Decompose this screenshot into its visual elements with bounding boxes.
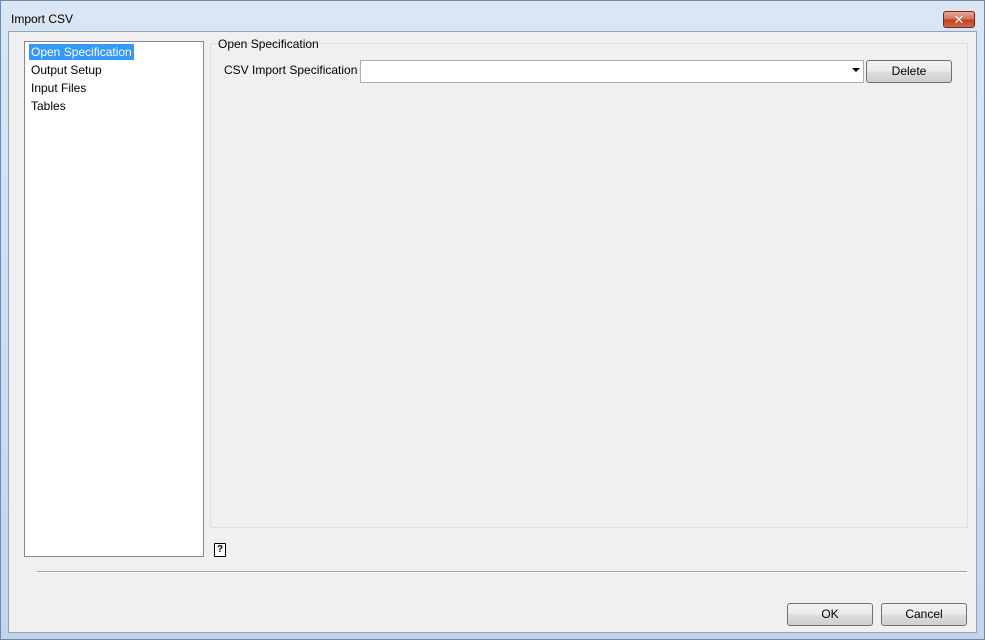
chevron-down-icon[interactable]	[852, 68, 860, 72]
section-item-label: Output Setup	[31, 63, 102, 77]
group-title: Open Specification	[218, 37, 319, 51]
cancel-button[interactable]: Cancel	[881, 603, 967, 626]
close-button[interactable]: ✕	[943, 11, 975, 28]
delete-button[interactable]: Delete	[866, 60, 952, 83]
footer-divider	[37, 571, 967, 573]
section-item-output-setup[interactable]: Output Setup	[29, 62, 104, 78]
section-item-open-specification[interactable]: Open Specification	[29, 44, 134, 60]
import-csv-window: Import CSV ✕ Open Specification Output S…	[0, 0, 985, 640]
section-item-label: Open Specification	[31, 45, 132, 59]
dialog-body: Open Specification Output Setup Input Fi…	[8, 31, 977, 633]
csv-import-specification-dropdown[interactable]	[360, 60, 864, 83]
section-item-label: Tables	[31, 99, 66, 113]
help-icon[interactable]: ?	[214, 543, 226, 557]
section-item-label: Input Files	[31, 81, 87, 95]
dropdown-value	[365, 64, 843, 79]
close-icon: ✕	[953, 12, 965, 27]
ok-button[interactable]: OK	[787, 603, 873, 626]
window-title: Import CSV	[11, 12, 74, 26]
section-item-input-files[interactable]: Input Files	[29, 80, 88, 96]
section-list: Open Specification Output Setup Input Fi…	[24, 41, 204, 557]
csv-import-specification-label: CSV Import Specification	[224, 63, 358, 77]
open-specification-group	[210, 43, 968, 528]
section-item-tables[interactable]: Tables	[29, 98, 68, 114]
